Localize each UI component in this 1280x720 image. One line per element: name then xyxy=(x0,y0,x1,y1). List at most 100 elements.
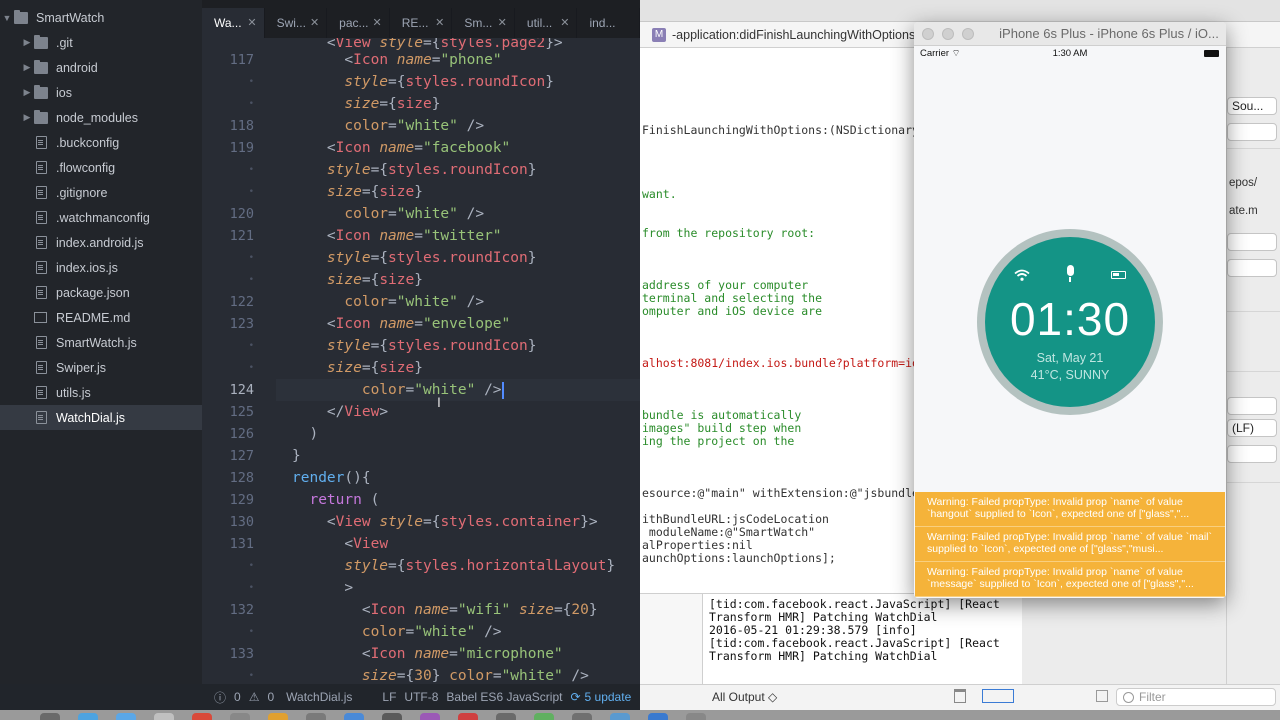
xcode-code-line: omputer and iOS device are xyxy=(642,304,823,318)
code-line: <Icon name="wifi" size={20} xyxy=(361,602,598,618)
editor-tab[interactable]: Wa... ✕ xyxy=(202,8,265,38)
tab-close-icon[interactable]: ✕ xyxy=(373,16,382,29)
editor-tab[interactable]: util... ✕ xyxy=(515,8,578,38)
tree-item[interactable]: ▶ .git xyxy=(0,30,202,55)
tree-item-label: Swiper.js xyxy=(56,360,107,375)
error-count[interactable]: 0 xyxy=(234,690,241,704)
updates-icon[interactable]: ⟳ xyxy=(570,690,580,704)
tree-item[interactable]: README.md xyxy=(0,305,202,330)
zoom-button[interactable] xyxy=(962,28,974,40)
tab-close-icon[interactable]: ✕ xyxy=(247,16,256,29)
updates-link[interactable]: 5 update xyxy=(585,690,632,704)
dock-app-icon[interactable] xyxy=(306,713,326,720)
dock-app-icon[interactable] xyxy=(268,713,288,720)
tree-root[interactable]: ▼ SmartWatch xyxy=(0,5,202,30)
tree-item[interactable]: package.json xyxy=(0,280,202,305)
editor-tab[interactable]: pac... ✕ xyxy=(327,8,390,38)
tree-item[interactable]: utils.js xyxy=(0,380,202,405)
pane-toggle-icon[interactable] xyxy=(982,689,1014,703)
right-panel-select[interactable] xyxy=(1227,445,1277,463)
dock-app-icon[interactable] xyxy=(382,713,402,720)
file-icon xyxy=(36,186,47,199)
code-line: <Icon name="microphone" xyxy=(361,646,563,662)
dock-app-icon[interactable] xyxy=(572,713,592,720)
dock-app-icon[interactable] xyxy=(420,713,440,720)
right-panel-select[interactable] xyxy=(1227,123,1277,141)
tree-item[interactable]: ▶ ios xyxy=(0,80,202,105)
ios-screen[interactable]: Carrier ⌔ 1:30 AM 01:30 Sat, May 21 41°C… xyxy=(915,46,1225,598)
error-icon[interactable]: ⓘ xyxy=(214,689,226,706)
ios-simulator-window[interactable]: iPhone 6s Plus - iPhone 6s Plus / iO... … xyxy=(914,22,1226,598)
tree-item[interactable]: index.android.js xyxy=(0,230,202,255)
tree-item[interactable]: ▶ android xyxy=(0,55,202,80)
grammar[interactable]: Babel ES6 JavaScript xyxy=(446,690,562,704)
code-editor[interactable]: 117 • • 118 119 • • 120 121 • • 122 123 • • 124 125 126 12… xyxy=(202,38,640,684)
divider xyxy=(1227,371,1280,372)
file-icon xyxy=(36,161,47,174)
tab-close-icon[interactable]: ✕ xyxy=(560,16,569,29)
editor-tab[interactable]: Swi... ✕ xyxy=(265,8,328,38)
dock-app-icon[interactable] xyxy=(40,713,60,720)
tree-item[interactable]: .gitignore xyxy=(0,180,202,205)
chevron-right-icon[interactable]: ▶ xyxy=(20,37,34,48)
tree-item[interactable]: Swiper.js xyxy=(0,355,202,380)
grid-icon[interactable] xyxy=(1096,690,1108,702)
dock-app-icon[interactable] xyxy=(610,713,630,720)
watch-dial[interactable]: 01:30 Sat, May 21 41°C, SUNNY xyxy=(985,237,1155,407)
chevron-down-icon[interactable]: ▼ xyxy=(0,13,14,23)
divider xyxy=(1227,311,1280,312)
tree-item[interactable]: .buckconfig xyxy=(0,130,202,155)
minimize-button[interactable] xyxy=(942,28,954,40)
right-panel-select[interactable]: Sou... xyxy=(1227,97,1277,115)
editor-tab[interactable]: RE... ✕ xyxy=(390,8,453,38)
line-ending-select[interactable]: (LF) xyxy=(1227,419,1277,437)
dock-app-icon[interactable] xyxy=(230,713,250,720)
dock-app-icon[interactable] xyxy=(154,713,174,720)
close-button[interactable] xyxy=(922,28,934,40)
yellow-box-warning[interactable]: Warning: Failed propType: Invalid prop `… xyxy=(915,527,1225,562)
editor-tab[interactable]: Sm... ✕ xyxy=(452,8,515,38)
dock-app-icon[interactable] xyxy=(648,713,668,720)
trash-icon[interactable] xyxy=(954,689,966,703)
output-selector[interactable]: All Output ◇ xyxy=(712,690,777,704)
desktop: ▼ SmartWatch ▶ .git ▶ android ▶ ios ▶ node_modu… xyxy=(0,0,1280,720)
line-number: 121 xyxy=(229,228,254,244)
yellow-box-warning[interactable]: Warning: Failed propType: Invalid prop `… xyxy=(915,562,1225,597)
dock-app-icon[interactable] xyxy=(344,713,364,720)
chevron-right-icon[interactable]: ▶ xyxy=(20,62,34,73)
tab-close-icon[interactable]: ✕ xyxy=(498,16,507,29)
console-filter-input[interactable]: Filter xyxy=(1116,688,1276,706)
tree-item[interactable]: SmartWatch.js xyxy=(0,330,202,355)
chevron-right-icon[interactable]: ▶ xyxy=(20,112,34,123)
dock-app-icon[interactable] xyxy=(534,713,554,720)
yellow-box-warning[interactable]: Warning: Failed propType: Invalid prop `… xyxy=(915,492,1225,527)
warning-icon[interactable]: ⚠ xyxy=(249,690,260,704)
jump-bar-method[interactable]: -application:didFinishLaunchingWithOptio… xyxy=(672,28,919,42)
debug-console[interactable]: [tid:com.facebook.react.JavaScript] [Rea… xyxy=(702,593,1022,684)
right-panel-field[interactable] xyxy=(1227,259,1277,277)
tab-close-icon[interactable]: ✕ xyxy=(310,16,319,29)
tree-item[interactable]: WatchDial.js xyxy=(0,405,202,430)
tree-item[interactable]: ▶ node_modules xyxy=(0,105,202,130)
dock-app-icon[interactable] xyxy=(192,713,212,720)
dock-app-icon[interactable] xyxy=(116,713,136,720)
tree-view[interactable]: ▼ SmartWatch ▶ .git ▶ android ▶ ios ▶ node_modu… xyxy=(0,0,202,710)
encoding[interactable]: UTF-8 xyxy=(404,690,438,704)
line-number: 120 xyxy=(229,206,254,222)
dock-app-icon[interactable] xyxy=(686,713,706,720)
line-ending[interactable]: LF xyxy=(382,690,396,704)
tree-item[interactable]: index.ios.js xyxy=(0,255,202,280)
editor-tab[interactable]: ind... xyxy=(577,8,640,38)
tree-item[interactable]: .flowconfig xyxy=(0,155,202,180)
simulator-title-bar[interactable]: iPhone 6s Plus - iPhone 6s Plus / iO... xyxy=(914,22,1226,46)
tab-close-icon[interactable]: ✕ xyxy=(435,16,444,29)
right-panel-select[interactable] xyxy=(1227,397,1277,415)
warning-count[interactable]: 0 xyxy=(267,690,274,704)
dock-app-icon[interactable] xyxy=(78,713,98,720)
dock-app-icon[interactable] xyxy=(458,713,478,720)
dock-app-icon[interactable] xyxy=(496,713,516,720)
tree-item[interactable]: .watchmanconfig xyxy=(0,205,202,230)
xcode-source-editor[interactable]: FinishLaunchingWithOptions:(NSDictionary… xyxy=(640,48,915,593)
chevron-right-icon[interactable]: ▶ xyxy=(20,87,34,98)
right-panel-field[interactable] xyxy=(1227,233,1277,251)
